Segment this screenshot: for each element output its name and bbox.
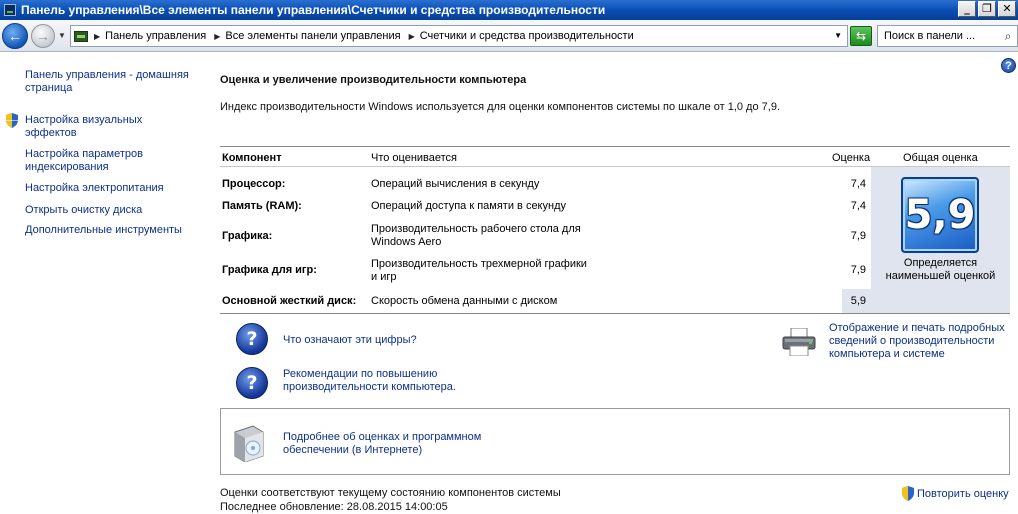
sidebar-item-advanced-tools[interactable]: Дополнительные инструменты — [25, 224, 195, 237]
refresh-icon: ⇆ — [855, 29, 867, 43]
row-label: Графика: — [222, 230, 273, 242]
intro-text: Индекс производительности Windows исполь… — [220, 101, 780, 113]
more-info-online-link[interactable]: Подробнее об оценках и программном обесп… — [283, 431, 503, 457]
row-description: Производительность рабочего стола для Wi… — [371, 223, 581, 248]
close-button[interactable]: ✕ — [998, 1, 1016, 17]
row-description: Операций доступа к памяти в секунду — [371, 200, 566, 212]
header-base-score: Общая оценка — [903, 152, 978, 164]
uac-shield-icon — [6, 113, 18, 128]
sidebar-item-home[interactable]: Панель управления - домашняя страница — [25, 69, 195, 95]
row-score: 7,9 — [850, 230, 866, 242]
sidebar-item-indexing[interactable]: Настройка параметров индексирования — [25, 148, 195, 174]
search-input[interactable]: Поиск в панели ... — [877, 25, 1000, 47]
sidebar-item-disk-cleanup[interactable]: Открыть очистку диска — [25, 204, 195, 217]
base-score-caption: Определяется наименьшей оценкой — [885, 257, 996, 282]
window-controls: _ ❐ ✕ — [958, 1, 1016, 17]
arrow-left-icon: ← — [8, 28, 22, 44]
row-label: Процессор: — [222, 178, 286, 190]
breadcrumb-arrow-icon[interactable]: ▶ — [94, 32, 100, 41]
more-info-box: Подробнее об оценках и программном обесп… — [220, 408, 1010, 475]
sidebar: Панель управления - домашняя страница На… — [0, 52, 200, 509]
breadcrumb-control-panel[interactable]: ▶ Панель управления — [94, 30, 206, 42]
base-score-badge: 5,9 — [901, 177, 979, 253]
sidebar-item-visual-effects[interactable]: Настройка визуальных эффектов — [25, 114, 195, 140]
breadcrumb-arrow-icon[interactable]: ▶ — [214, 32, 220, 41]
table-divider — [220, 313, 1010, 314]
row-score: 7,4 — [850, 200, 866, 212]
window-title: Панель управления\Все элементы панели уп… — [21, 3, 606, 17]
sidebar-item-power[interactable]: Настройка электропитания — [25, 182, 195, 195]
last-update: Последнее обновление: 28.08.2015 14:00:0… — [220, 501, 448, 513]
arrow-right-icon: → — [36, 28, 50, 44]
address-dropdown-icon[interactable]: ▼ — [834, 31, 842, 40]
row-label: Память (RAM): — [222, 200, 302, 212]
row-description: Производительность трехмерной графики и … — [371, 258, 587, 283]
status-current: Оценки соответствуют текущему состоянию … — [220, 487, 561, 499]
what-numbers-link[interactable]: Что означают эти цифры? — [283, 334, 503, 347]
uac-shield-icon — [902, 486, 914, 501]
title-bar: Панель управления\Все элементы панели уп… — [0, 0, 1018, 20]
row-description: Операций вычисления в секунду — [371, 178, 540, 190]
address-toolbar: ← → ▼ ▶ Панель управления ▶ Все элементы п… — [0, 20, 1018, 52]
control-panel-folder-icon — [74, 30, 88, 42]
page-title: Оценка и увеличение производительности к… — [220, 74, 527, 86]
row-label: Графика для игр: — [222, 264, 317, 276]
help-icon[interactable]: ? — [1001, 58, 1016, 73]
table-header: Компонент Что оценивается Оценка Общая о… — [220, 146, 1010, 167]
minimize-button[interactable]: _ — [958, 1, 976, 17]
search-icon: ⌕ — [1004, 29, 1012, 43]
row-score: 5,9 — [850, 295, 866, 307]
breadcrumb-arrow-icon[interactable]: ▶ — [409, 32, 415, 41]
history-dropdown-icon[interactable]: ▼ — [58, 31, 66, 40]
status-text: Оценки соответствуют текущему состоянию … — [220, 486, 561, 514]
back-button[interactable]: ← — [2, 23, 28, 49]
row-label: Основной жесткий диск: — [222, 295, 357, 307]
address-field[interactable]: ▶ Панель управления ▶ Все элементы панели … — [70, 25, 848, 47]
maximize-button[interactable]: ❐ — [978, 1, 996, 17]
header-component: Компонент — [222, 152, 282, 164]
printer-icon[interactable] — [781, 328, 817, 356]
control-panel-icon — [4, 4, 16, 16]
print-details-link[interactable]: Отображение и печать подробных сведений … — [829, 322, 1014, 361]
search-button[interactable]: ⌕ — [999, 25, 1018, 47]
row-description: Скорость обмена данными с диском — [371, 295, 558, 307]
rerate-label: Повторить оценку — [917, 487, 1009, 500]
row-score: 7,9 — [850, 264, 866, 276]
row-score: 7,4 — [850, 178, 866, 190]
base-score-panel: 5,9 Определяется наименьшей оценкой — [871, 167, 1010, 313]
breadcrumb-all-items[interactable]: ▶ Все элементы панели управления — [214, 30, 400, 42]
header-what: Что оценивается — [371, 152, 458, 164]
forward-button[interactable]: → — [31, 24, 55, 48]
question-icon[interactable]: ? — [236, 323, 268, 355]
recommendations-link[interactable]: Рекомендации по повышению производительн… — [283, 368, 483, 394]
refresh-button[interactable]: ⇆ — [850, 26, 872, 46]
question-icon[interactable]: ? — [236, 367, 268, 399]
breadcrumb-performance[interactable]: ▶ Счетчики и средства производительности — [409, 30, 634, 42]
header-score: Оценка — [832, 152, 871, 164]
rerate-button[interactable]: Повторить оценку — [901, 486, 1009, 501]
software-box-icon — [234, 425, 264, 462]
